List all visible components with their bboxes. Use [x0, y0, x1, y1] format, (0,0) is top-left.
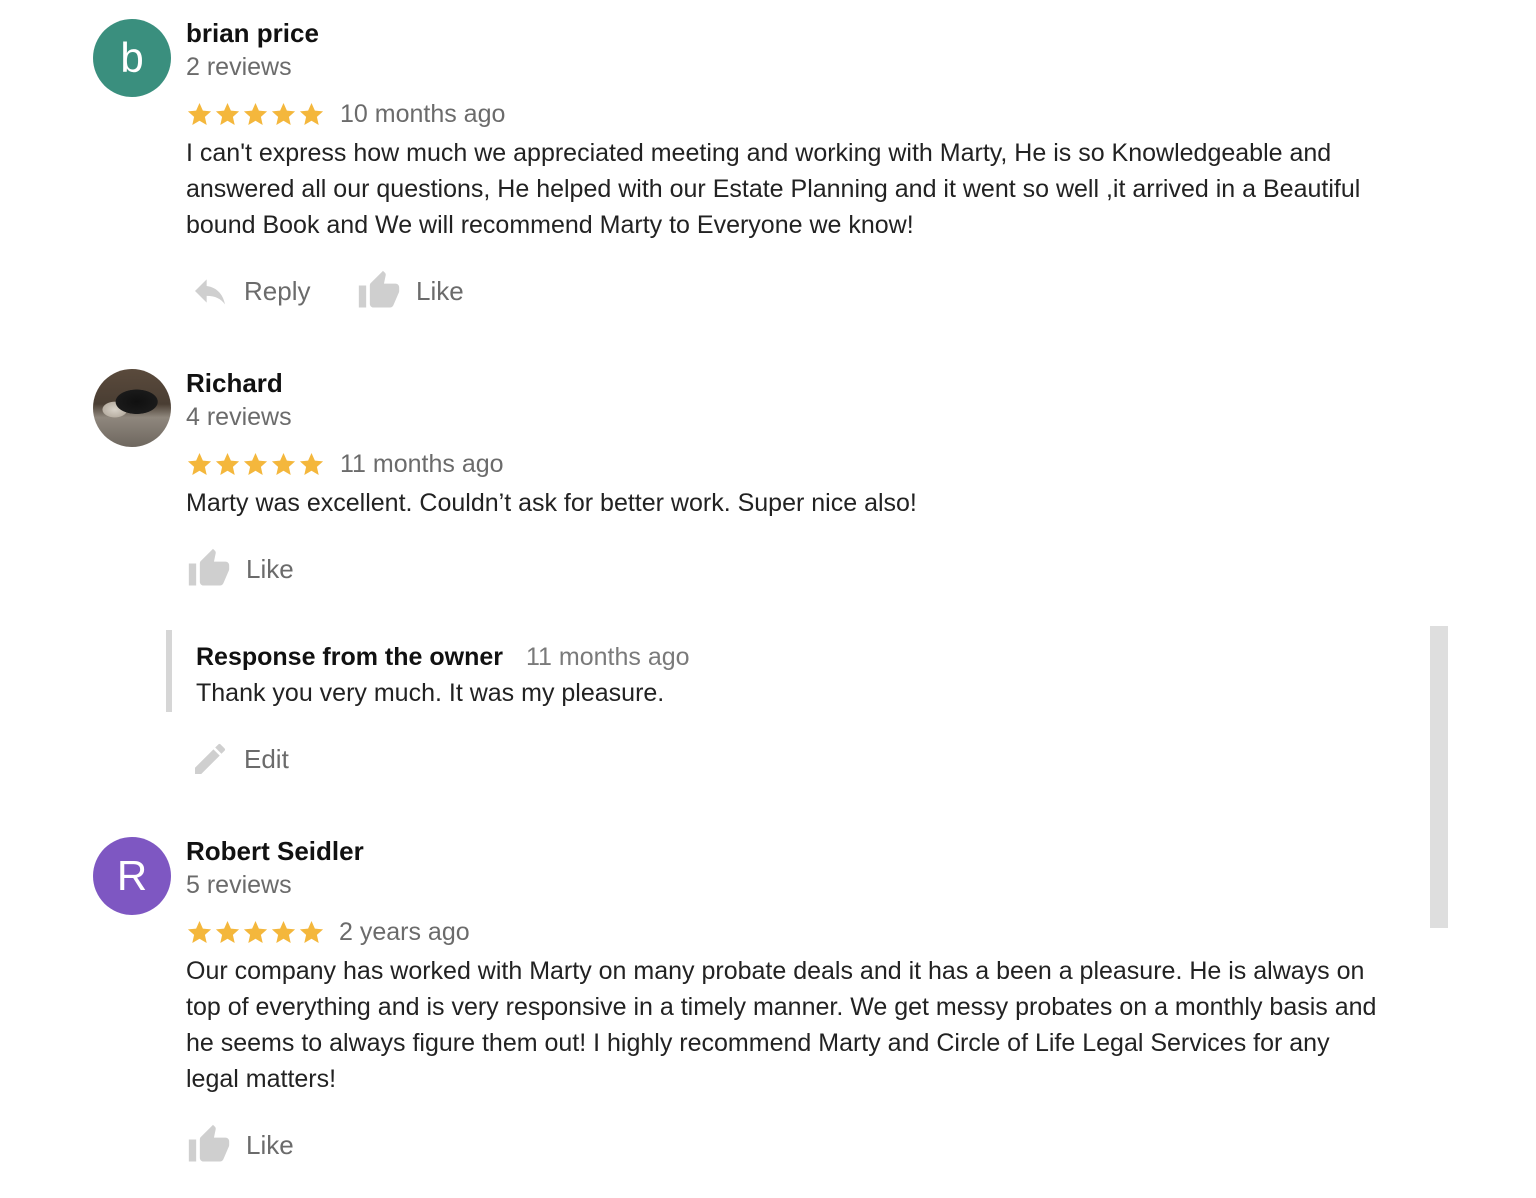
reviewer-name[interactable]: brian price — [186, 18, 319, 48]
star-icon — [187, 920, 212, 943]
owner-response-time: 11 months ago — [526, 643, 690, 671]
pencil-icon — [195, 743, 226, 774]
star-rating — [186, 99, 326, 129]
review-count[interactable]: 4 reviews — [186, 402, 292, 432]
owner-response-text: Thank you very much. It was my pleasure. — [196, 679, 665, 707]
review-count[interactable]: 2 reviews — [186, 52, 292, 82]
star-icon — [271, 452, 296, 475]
star-icon — [271, 102, 296, 125]
reviewer-avatar[interactable] — [93, 369, 171, 447]
thumbs-up-icon — [188, 548, 230, 586]
like-button[interactable]: Like — [186, 547, 294, 591]
like-label: Like — [246, 1129, 294, 1160]
star-icon — [243, 920, 268, 943]
star-icon — [215, 102, 240, 125]
review-time: 2 years ago — [339, 918, 470, 946]
owner-response-bar — [166, 630, 172, 712]
edit-label: Edit — [244, 743, 289, 774]
like-label: Like — [416, 275, 464, 306]
star-icon — [243, 102, 268, 125]
star-rating — [186, 449, 326, 479]
review-text: Our company has worked with Marty on man… — [186, 957, 1377, 1093]
review-text: I can't express how much we appreciated … — [186, 139, 1361, 239]
thumbs-up-icon — [358, 270, 400, 308]
scrollbar[interactable] — [1430, 626, 1448, 928]
star-icon — [299, 920, 324, 943]
star-icon — [187, 102, 212, 125]
star-icon — [215, 452, 240, 475]
reviewer-avatar[interactable]: R — [93, 837, 171, 915]
like-button[interactable]: Like — [356, 269, 464, 313]
reviewer-avatar[interactable]: b — [93, 19, 171, 97]
like-label: Like — [246, 553, 294, 584]
star-icon — [187, 452, 212, 475]
star-icon — [271, 920, 296, 943]
reply-button[interactable]: Reply — [190, 269, 310, 313]
star-icon — [243, 452, 268, 475]
edit-button[interactable]: Edit — [190, 737, 289, 781]
star-icon — [299, 102, 324, 125]
reviewer-name[interactable]: Richard — [186, 368, 283, 398]
star-icon — [215, 920, 240, 943]
review-count[interactable]: 5 reviews — [186, 870, 292, 900]
star-icon — [299, 452, 324, 475]
review-time: 10 months ago — [340, 100, 506, 128]
like-button[interactable]: Like — [186, 1123, 294, 1167]
reply-icon — [195, 279, 225, 305]
thumbs-up-icon — [188, 1124, 230, 1162]
review-text: Marty was excellent. Couldn’t ask for be… — [186, 489, 917, 517]
review-time: 11 months ago — [340, 450, 504, 478]
owner-response-title: Response from the owner — [196, 643, 503, 671]
star-rating — [186, 917, 326, 947]
reply-label: Reply — [244, 275, 311, 306]
reviewer-name[interactable]: Robert Seidler — [186, 836, 364, 866]
